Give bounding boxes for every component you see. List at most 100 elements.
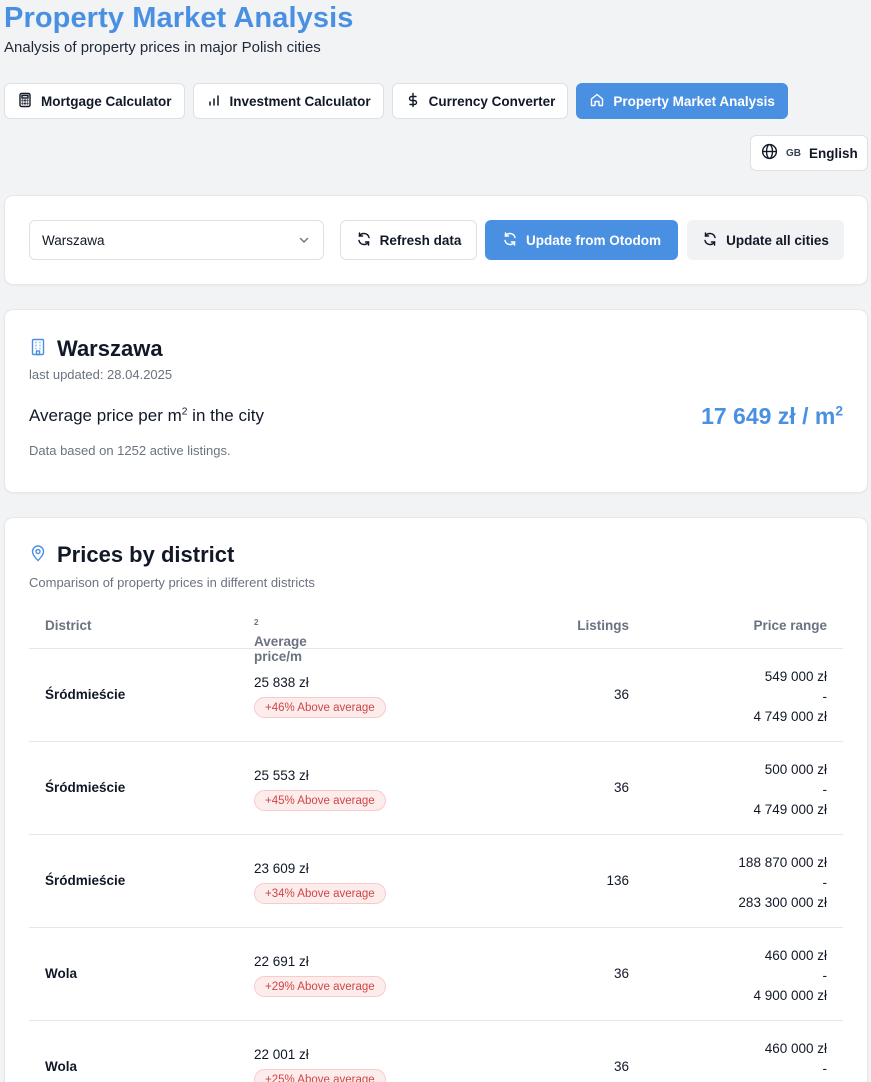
home-icon — [589, 92, 605, 111]
districts-title: Prices by district — [57, 542, 235, 567]
dollar-icon — [405, 92, 421, 111]
district-name: Śródmieście — [45, 780, 126, 795]
listings-count: 136 — [606, 873, 629, 888]
controls-card: Warszawa Refresh data Update from Otodom… — [4, 195, 868, 285]
range-min: 549 000 zł — [764, 669, 827, 684]
price-range: 460 000 zł - — [765, 1039, 827, 1079]
city-header: Warszawa — [29, 336, 163, 362]
status-badge: +46% Above average — [254, 697, 386, 718]
range-max: 283 300 000 zł — [738, 895, 827, 910]
globe-icon — [761, 143, 778, 163]
language-label: English — [809, 145, 858, 161]
price-range: 460 000 zł - 4 900 000 zł — [753, 946, 827, 1006]
listings-count: 36 — [613, 687, 629, 702]
update-all-cities-button[interactable]: Update all cities — [687, 220, 844, 260]
avg-value-text: 17 649 zł / m — [701, 403, 836, 429]
table-row: Śródmieście 23 609 zł +34% Above average… — [29, 835, 843, 928]
nav-investment-calculator[interactable]: Investment Calculator — [192, 83, 384, 119]
avg-price-label: Average price per m2 in the city — [29, 406, 264, 426]
avg-label-suffix: in the city — [187, 406, 264, 425]
range-min: 188 870 000 zł — [738, 855, 827, 870]
district-name: Wola — [45, 1059, 78, 1074]
range-min: 460 000 zł — [764, 948, 827, 963]
price-range: 188 870 000 zł - 283 300 000 zł — [738, 853, 827, 913]
update-from-otodom-button[interactable]: Update from Otodom — [485, 220, 678, 260]
nav-mortgage-label: Mortgage Calculator — [41, 93, 172, 109]
range-min: 500 000 zł — [764, 762, 827, 777]
districts-card: Prices by district Comparison of propert… — [4, 517, 868, 1082]
top-nav: Mortgage Calculator Investment Calculato… — [4, 83, 788, 119]
avg-label-text: Average price per m — [29, 406, 182, 425]
map-pin-icon — [29, 544, 47, 567]
refresh-icon — [356, 231, 372, 250]
districts-table: District Average price/m 2 Listings Price… — [29, 602, 843, 1082]
range-max: 4 749 000 zł — [753, 709, 827, 724]
building-icon — [29, 338, 47, 361]
col-price-range: Price range — [753, 618, 827, 633]
listings-note: Data based on 1252 active listings. — [29, 443, 231, 458]
col-avg-price-sup: 2 — [254, 618, 259, 627]
nav-currency-label: Currency Converter — [428, 93, 556, 109]
refresh-icon — [502, 231, 518, 250]
districts-header: Prices by district — [29, 542, 234, 568]
listings-count: 36 — [613, 1059, 629, 1074]
district-name: Wola — [45, 966, 78, 981]
refresh-icon — [702, 231, 718, 250]
city-summary-card: Warszawa last updated: 28.04.2025 Averag… — [4, 309, 868, 493]
last-updated: last updated: 28.04.2025 — [29, 367, 173, 382]
status-badge: +29% Above average — [254, 976, 386, 997]
table-row: Wola 22 691 zł +29% Above average 36 460… — [29, 928, 843, 1021]
flag-code: GB — [786, 147, 801, 159]
page-title: Property Market Analysis — [4, 2, 354, 34]
range-max: 4 749 000 zł — [753, 802, 827, 817]
nav-currency-converter[interactable]: Currency Converter — [391, 83, 569, 119]
range-separator: - — [822, 689, 828, 704]
district-name: Śródmieście — [45, 873, 126, 888]
page-subtitle: Analysis of property prices in major Pol… — [4, 39, 321, 56]
avg-price: 22 001 zł — [254, 1047, 309, 1062]
bar-chart-icon — [206, 92, 222, 111]
col-district: District — [45, 618, 92, 633]
table-header: District Average price/m 2 Listings Price… — [29, 602, 843, 664]
listings-count: 36 — [613, 780, 629, 795]
update-all-label: Update all cities — [726, 232, 829, 248]
city-select-value: Warszawa — [42, 232, 105, 248]
nav-market-label: Property Market Analysis — [613, 93, 775, 109]
range-min: 460 000 zł — [764, 1041, 827, 1056]
nav-mortgage-calculator[interactable]: Mortgage Calculator — [4, 83, 185, 119]
district-name: Śródmieście — [45, 687, 126, 702]
col-avg-price: Average price/m 2 — [254, 618, 307, 664]
avg-price: 25 838 zł — [254, 675, 309, 690]
avg-price: 23 609 zł — [254, 861, 309, 876]
table-row: Śródmieście 25 553 zł +45% Above average… — [29, 742, 843, 835]
city-name: Warszawa — [57, 336, 163, 361]
status-badge: +34% Above average — [254, 883, 386, 904]
chevron-down-icon — [297, 233, 311, 247]
avg-price: 25 553 zł — [254, 768, 309, 783]
status-badge: +45% Above average — [254, 790, 386, 811]
update-otodom-label: Update from Otodom — [526, 232, 661, 248]
avg-value-sup: 2 — [835, 403, 843, 419]
listings-count: 36 — [613, 966, 629, 981]
nav-investment-label: Investment Calculator — [229, 93, 371, 109]
nav-property-market-analysis[interactable]: Property Market Analysis — [576, 83, 788, 119]
price-range: 500 000 zł - 4 749 000 zł — [753, 760, 827, 820]
table-row: Śródmieście 25 838 zł +46% Above average… — [29, 649, 843, 742]
districts-subtitle: Comparison of property prices in differe… — [29, 575, 315, 590]
refresh-data-button[interactable]: Refresh data — [340, 220, 477, 260]
price-range: 549 000 zł - 4 749 000 zł — [753, 667, 827, 727]
table-row: Wola 22 001 zł +25% Above average 36 460… — [29, 1021, 843, 1082]
range-separator: - — [822, 875, 828, 890]
status-badge: +25% Above average — [254, 1069, 386, 1082]
calculator-icon — [17, 92, 33, 111]
range-separator: - — [822, 782, 828, 797]
refresh-label: Refresh data — [379, 232, 462, 248]
city-select[interactable]: Warszawa — [29, 220, 324, 260]
range-separator: - — [822, 968, 828, 983]
avg-price: 22 691 zł — [254, 954, 309, 969]
range-separator: - — [822, 1061, 828, 1076]
range-max: 4 900 000 zł — [753, 988, 827, 1003]
language-selector[interactable]: GB English — [750, 135, 868, 171]
col-listings: Listings — [577, 618, 629, 633]
avg-price-value: 17 649 zł / m2 — [701, 403, 843, 430]
